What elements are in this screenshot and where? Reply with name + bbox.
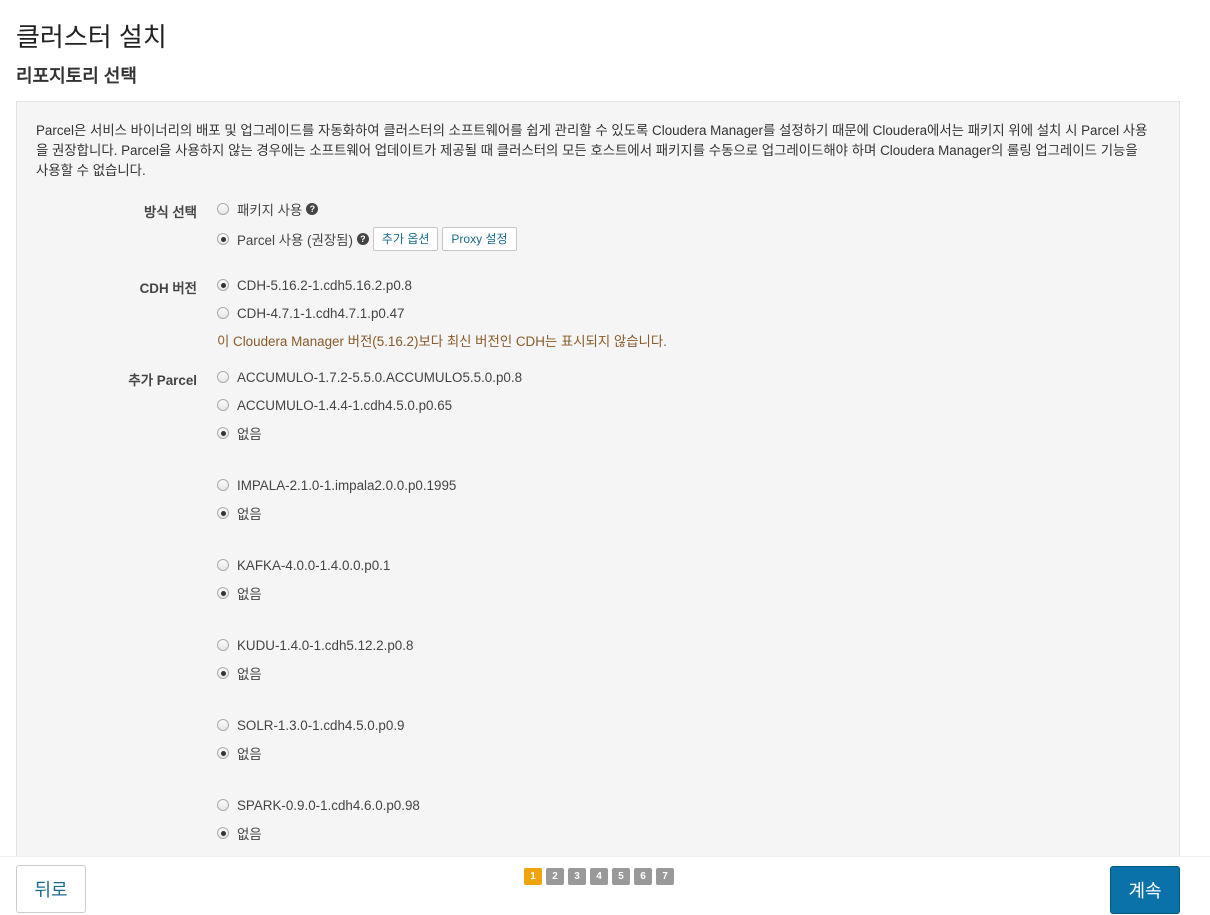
radio-button-icon[interactable] bbox=[217, 667, 229, 679]
radio-button-icon[interactable] bbox=[217, 507, 229, 519]
intro-text: Parcel은 서비스 바이너리의 배포 및 업그레이드를 자동화하여 클러스터… bbox=[36, 123, 1148, 178]
radio-accumulo-1[interactable]: ACCUMULO-1.7.2-5.5.0.ACCUMULO5.5.0.p0.8 bbox=[217, 367, 522, 387]
page-title: 클러스터 설치 bbox=[16, 22, 167, 52]
radio-cdh-4[interactable]: CDH-4.7.1-1.cdh4.7.1.p0.47 bbox=[217, 303, 404, 323]
radio-button-icon[interactable] bbox=[217, 203, 229, 215]
wizard-step[interactable]: 1 bbox=[524, 868, 542, 885]
radio-button-icon[interactable] bbox=[217, 233, 229, 245]
more-options-button[interactable]: 추가 옵션 bbox=[372, 227, 439, 251]
radio-solr[interactable]: SOLR-1.3.0-1.cdh4.5.0.p0.9 bbox=[217, 715, 405, 735]
radio-use-parcels[interactable]: Parcel 사용 (권장됨) ? 추가 옵션 Proxy 설정 bbox=[217, 227, 517, 251]
wizard-footer: 뒤로 1 2 3 4 5 6 7 계속 bbox=[0, 856, 1210, 915]
radio-button-icon[interactable] bbox=[217, 639, 229, 651]
radio-spark[interactable]: SPARK-0.9.0-1.cdh4.6.0.p0.98 bbox=[217, 795, 420, 815]
radio-label: 없음 bbox=[237, 747, 262, 762]
radio-button-icon[interactable] bbox=[217, 307, 229, 319]
help-icon[interactable]: ? bbox=[356, 233, 369, 245]
radio-button-icon[interactable] bbox=[217, 399, 229, 411]
radio-kafka-none[interactable]: 없음 bbox=[217, 583, 262, 603]
radio-label: 없음 bbox=[237, 587, 262, 602]
radio-label: 없음 bbox=[237, 667, 262, 682]
cdh-version-note: 이 Cloudera Manager 버전(5.16.2)보다 최신 버전인 C… bbox=[217, 334, 667, 349]
radio-label: SPARK-0.9.0-1.cdh4.6.0.p0.98 bbox=[237, 797, 420, 813]
radio-button-icon[interactable] bbox=[217, 427, 229, 439]
radio-label: KUDU-1.4.0-1.cdh5.12.2.p0.8 bbox=[237, 637, 414, 653]
radio-label: KAFKA-4.0.0-1.4.0.0.p0.1 bbox=[237, 557, 391, 573]
wizard-step[interactable]: 7 bbox=[656, 868, 674, 885]
radio-use-packages[interactable]: 패키지 사용 ? bbox=[217, 199, 319, 219]
radio-button-icon[interactable] bbox=[217, 559, 229, 571]
radio-label: CDH-5.16.2-1.cdh5.16.2.p0.8 bbox=[237, 277, 412, 293]
radio-button-icon[interactable] bbox=[217, 371, 229, 383]
wizard-steps: 1 2 3 4 5 6 7 bbox=[524, 868, 674, 885]
radio-impala-none[interactable]: 없음 bbox=[217, 503, 262, 523]
radio-button-icon[interactable] bbox=[217, 587, 229, 599]
radio-label: CDH-4.7.1-1.cdh4.7.1.p0.47 bbox=[237, 305, 405, 321]
continue-button[interactable]: 계속 bbox=[1110, 866, 1180, 914]
radio-label: ACCUMULO-1.4.4-1.cdh4.5.0.p0.65 bbox=[237, 397, 453, 413]
radio-kudu-none[interactable]: 없음 bbox=[217, 663, 262, 683]
radio-button-icon[interactable] bbox=[217, 827, 229, 839]
wizard-step[interactable]: 6 bbox=[634, 868, 652, 885]
radio-button-icon[interactable] bbox=[217, 747, 229, 759]
help-icon[interactable]: ? bbox=[306, 203, 319, 215]
radio-label: 없음 bbox=[237, 507, 262, 522]
cdh-version-label: CDH 버전 bbox=[139, 281, 197, 296]
radio-label: 없음 bbox=[237, 427, 262, 442]
radio-kudu[interactable]: KUDU-1.4.0-1.cdh5.12.2.p0.8 bbox=[217, 635, 413, 655]
radio-label: SOLR-1.3.0-1.cdh4.5.0.p0.9 bbox=[237, 717, 405, 733]
page-subtitle: 리포지토리 선택 bbox=[16, 66, 137, 86]
radio-impala[interactable]: IMPALA-2.1.0-1.impala2.0.0.p0.1995 bbox=[217, 475, 456, 495]
radio-label: IMPALA-2.1.0-1.impala2.0.0.p0.1995 bbox=[237, 477, 457, 493]
back-button[interactable]: 뒤로 bbox=[16, 865, 86, 913]
radio-button-icon[interactable] bbox=[217, 799, 229, 811]
radio-solr-none[interactable]: 없음 bbox=[217, 743, 262, 763]
radio-kafka[interactable]: KAFKA-4.0.0-1.4.0.0.p0.1 bbox=[217, 555, 390, 575]
wizard-step[interactable]: 5 bbox=[612, 868, 630, 885]
wizard-step[interactable]: 2 bbox=[546, 868, 564, 885]
radio-label: ACCUMULO-1.7.2-5.5.0.ACCUMULO5.5.0.p0.8 bbox=[237, 369, 523, 385]
method-label: 방식 선택 bbox=[144, 205, 197, 220]
extra-parcels-label: 추가 Parcel bbox=[128, 373, 197, 388]
repository-panel: Parcel은 서비스 바이너리의 배포 및 업그레이드를 자동화하여 클러스터… bbox=[16, 101, 1180, 861]
radio-button-icon[interactable] bbox=[217, 719, 229, 731]
radio-accumulo-none[interactable]: 없음 bbox=[217, 423, 262, 443]
wizard-step[interactable]: 3 bbox=[568, 868, 586, 885]
radio-cdh-5[interactable]: CDH-5.16.2-1.cdh5.16.2.p0.8 bbox=[217, 275, 412, 295]
radio-button-icon[interactable] bbox=[217, 279, 229, 291]
radio-spark-none[interactable]: 없음 bbox=[217, 823, 262, 843]
radio-button-icon[interactable] bbox=[217, 479, 229, 491]
radio-label: Parcel 사용 (권장됨) bbox=[237, 233, 353, 248]
wizard-step[interactable]: 4 bbox=[590, 868, 608, 885]
radio-label: 없음 bbox=[237, 827, 262, 842]
radio-label: 패키지 사용 bbox=[237, 203, 303, 218]
proxy-settings-button[interactable]: Proxy 설정 bbox=[442, 227, 517, 251]
radio-accumulo-2[interactable]: ACCUMULO-1.4.4-1.cdh4.5.0.p0.65 bbox=[217, 395, 452, 415]
